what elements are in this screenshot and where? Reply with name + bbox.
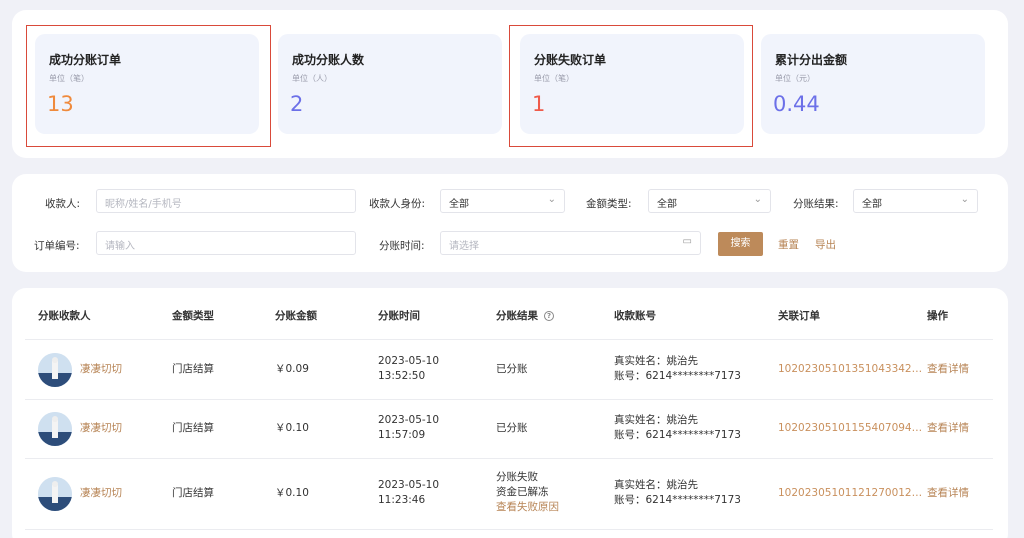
- result-label: 分账结果:: [793, 198, 839, 210]
- stat-card-success-payees: 成功分账人数 单位（人） 2: [278, 34, 502, 134]
- view-details-link[interactable]: 查看详情: [927, 486, 969, 501]
- payee-name[interactable]: 凄凄切切: [80, 362, 122, 377]
- time-label: 分账时间:: [379, 240, 425, 252]
- identity-select[interactable]: 全部 ⌄: [440, 189, 565, 213]
- chevron-down-icon: ⌄: [547, 194, 556, 205]
- amount: ￥0.10: [275, 422, 309, 434]
- payee-input[interactable]: 昵称/姓名/手机号: [96, 189, 356, 213]
- related-order[interactable]: 10202305101121270012690: [778, 486, 924, 501]
- search-button[interactable]: 搜索: [718, 232, 763, 256]
- avatar: [38, 353, 72, 387]
- payee-name[interactable]: 凄凄切切: [80, 421, 122, 436]
- column-header-order: 关联订单: [778, 310, 820, 322]
- table-panel: 分账收款人 金额类型 分账金额 分账时间 分账结果? 收款账号 关联订单 操作 …: [12, 288, 1008, 538]
- result-value: 全部: [862, 199, 882, 210]
- account-info: 真实姓名：姚治先 账号：6214********7173: [614, 354, 741, 384]
- related-order[interactable]: 10202305101351043342970: [778, 362, 924, 377]
- amount: ￥0.09: [275, 363, 309, 375]
- column-header-time: 分账时间: [378, 310, 420, 322]
- split-time: 2023-05-10 13:52:50: [378, 354, 439, 384]
- chevron-down-icon: ⌄: [753, 194, 762, 205]
- amount-type: 门店结算: [172, 422, 214, 434]
- real-name: 真实姓名：姚治先: [614, 479, 698, 491]
- real-name: 真实姓名：姚治先: [614, 414, 698, 426]
- payee-label: 收款人:: [45, 198, 81, 210]
- account-info: 真实姓名：姚治先 账号：6214********7173: [614, 413, 741, 443]
- amount-type: 门店结算: [172, 487, 214, 499]
- highlight-box: [509, 25, 753, 147]
- avatar: [38, 412, 72, 446]
- split-result: 分账失败 资金已解冻 查看失败原因: [496, 470, 559, 515]
- amount-type-value: 全部: [657, 199, 677, 210]
- stat-unit: 单位（人）: [292, 74, 332, 83]
- split-date: 2023-05-10: [378, 414, 440, 426]
- account-number: 账号：6214********7173: [614, 370, 741, 382]
- split-clock: 11:57:09: [378, 429, 426, 441]
- split-time: 2023-05-10 11:23:46: [378, 478, 439, 508]
- split-date: 2023-05-10: [378, 479, 440, 491]
- stat-value: 2: [290, 92, 304, 116]
- stat-title: 成功分账人数: [292, 53, 365, 67]
- amount-type-select[interactable]: 全部 ⌄: [648, 189, 771, 213]
- amount: ￥0.10: [275, 487, 309, 499]
- order-no-input[interactable]: 请输入: [96, 231, 356, 255]
- split-result-status: 分账失败: [496, 471, 538, 483]
- table-row: 凄凄切切 门店结算 ￥0.10 2023-05-10 11:57:09 已分账 …: [25, 399, 993, 458]
- account-number: 账号：6214********7173: [614, 494, 741, 506]
- stat-unit: 单位（元）: [775, 74, 815, 83]
- view-fail-reason-link[interactable]: 查看失败原因: [496, 500, 559, 515]
- column-header-payee: 分账收款人: [38, 310, 91, 322]
- payee-placeholder: 昵称/姓名/手机号: [105, 199, 182, 210]
- amount-type-label: 金额类型:: [586, 198, 632, 210]
- order-no-label: 订单编号:: [34, 240, 80, 252]
- column-header-amount-type: 金额类型: [172, 310, 214, 322]
- view-details-link[interactable]: 查看详情: [927, 362, 969, 377]
- split-clock: 11:23:46: [378, 494, 426, 506]
- filter-panel: 收款人: 昵称/姓名/手机号 收款人身份: 全部 ⌄ 金额类型: 全部 ⌄ 分账…: [12, 174, 1008, 272]
- identity-value: 全部: [449, 199, 469, 210]
- column-header-action: 操作: [927, 310, 948, 322]
- stat-value: 0.44: [773, 92, 820, 116]
- amount-type: 门店结算: [172, 363, 214, 375]
- order-no-placeholder: 请输入: [105, 241, 135, 252]
- column-header-amount: 分账金额: [275, 310, 317, 322]
- column-header-result: 分账结果?: [496, 308, 554, 323]
- stat-title: 累计分出金额: [775, 53, 848, 67]
- result-select[interactable]: 全部 ⌄: [853, 189, 978, 213]
- view-details-link[interactable]: 查看详情: [927, 421, 969, 436]
- time-picker[interactable]: 请选择 ▭: [440, 231, 701, 255]
- chevron-down-icon: ⌄: [960, 194, 969, 205]
- split-date: 2023-05-10: [378, 355, 440, 367]
- question-circle-icon[interactable]: ?: [544, 311, 554, 321]
- related-order[interactable]: 10202305101155407094790: [778, 421, 924, 436]
- identity-label: 收款人身份:: [369, 198, 426, 210]
- account-info: 真实姓名：姚治先 账号：6214********7173: [614, 478, 741, 508]
- real-name: 真实姓名：姚治先: [614, 355, 698, 367]
- reset-button[interactable]: 重置: [778, 237, 799, 252]
- column-header-account: 收款账号: [614, 310, 656, 322]
- split-time: 2023-05-10 11:57:09: [378, 413, 439, 443]
- stat-card-total-amount: 累计分出金额 单位（元） 0.44: [761, 34, 985, 134]
- split-result-detail: 资金已解冻: [496, 486, 549, 498]
- table-row: 凄凄切切 门店结算 ￥0.10 2023-05-10 11:23:46 分账失败…: [25, 458, 993, 530]
- calendar-icon: ▭: [682, 236, 692, 247]
- time-placeholder: 请选择: [449, 241, 479, 252]
- payee-name[interactable]: 凄凄切切: [80, 486, 122, 501]
- highlight-box: [26, 25, 271, 147]
- split-result: 已分账: [496, 422, 528, 434]
- table-row: 凄凄切切 门店结算 ￥0.09 2023-05-10 13:52:50 已分账 …: [25, 339, 993, 399]
- column-header-result-label: 分账结果: [496, 310, 538, 322]
- avatar: [38, 477, 72, 511]
- split-result: 已分账: [496, 363, 528, 375]
- split-clock: 13:52:50: [378, 370, 426, 382]
- account-number: 账号：6214********7173: [614, 429, 741, 441]
- export-button[interactable]: 导出: [815, 237, 836, 252]
